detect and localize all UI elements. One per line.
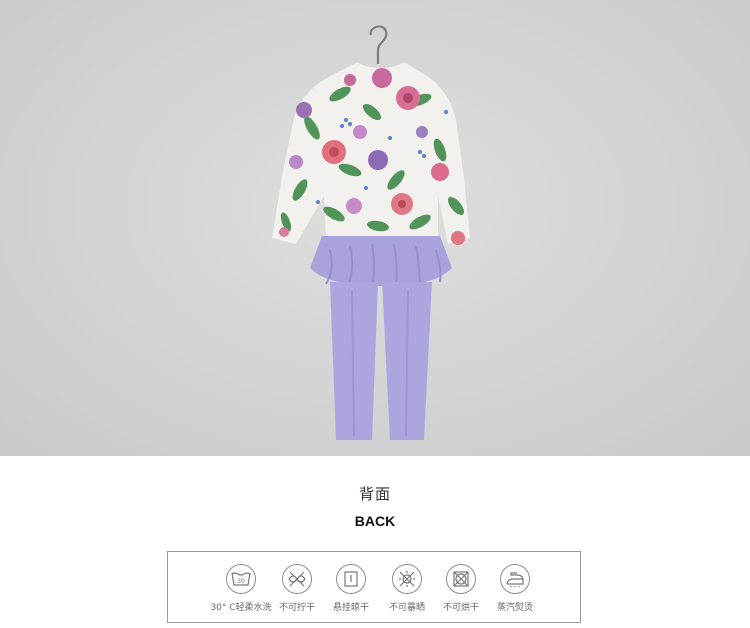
care-instructions-panel: 30 30° C轻柔水洗 不可拧干 悬挂晾干 不可暴晒 不可烘干 蒸汽熨烫 <box>167 551 581 623</box>
no-tumble-dry-icon <box>446 564 476 594</box>
pants <box>330 282 432 440</box>
care-label-steam-iron: 蒸汽熨烫 <box>496 603 533 613</box>
svg-text:30: 30 <box>237 578 245 585</box>
product-photo <box>0 0 750 456</box>
skirt-ruffle <box>310 236 452 289</box>
no-wring-icon <box>282 564 312 594</box>
floral-jacket <box>272 62 470 245</box>
care-item-steam-iron: 蒸汽熨烫 <box>480 564 550 613</box>
steam-iron-icon <box>500 564 530 594</box>
hang-dry-icon <box>336 564 366 594</box>
no-sun-dry-icon <box>392 564 422 594</box>
wash-30-icon: 30 <box>226 564 256 594</box>
caption-english: BACK <box>354 513 396 529</box>
caption-chinese: 背面 <box>358 485 391 503</box>
hanger-icon <box>369 25 388 64</box>
